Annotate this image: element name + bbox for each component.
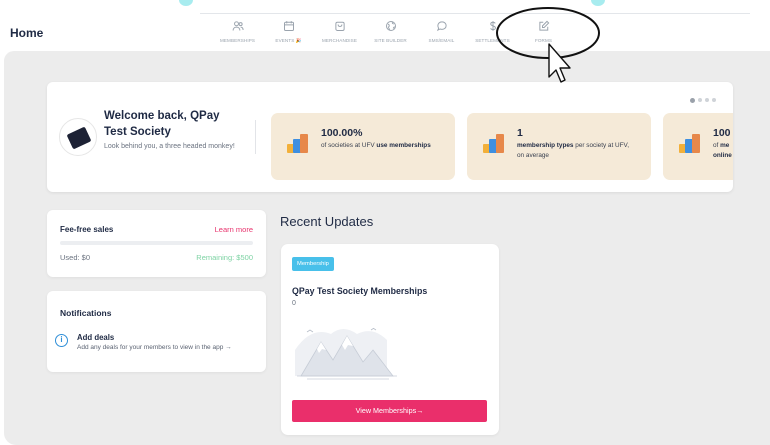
carousel-dot[interactable] (690, 97, 695, 103)
membership-badge: Membership (292, 257, 334, 271)
carousel-dot[interactable] (712, 98, 716, 102)
shopping-bag-icon (334, 21, 345, 31)
info-icon: i (55, 334, 68, 347)
mountains-illustration (295, 327, 397, 380)
fee-remaining: Remaining: $500 (196, 253, 253, 262)
bar-chart-icon (287, 133, 313, 153)
nav-item-sms-email[interactable]: SMS/EMAIL (416, 20, 467, 46)
recent-updates-title: Recent Updates (280, 214, 374, 229)
carousel-dot[interactable] (698, 98, 702, 102)
stat-description: of me online (713, 142, 732, 159)
notifications-title: Notifications (60, 308, 112, 318)
stat-value: 100 (713, 127, 731, 139)
app-frame: Home MEMBERSHIPS EVENTS 🎉 MERCHANDISE SI… (0, 0, 770, 445)
welcome-subtitle: Look behind you, a three headed monkey! (104, 143, 235, 150)
notifications-card: Notifications i Add deals Add any deals … (47, 291, 266, 372)
top-divider (200, 13, 750, 14)
stat-value: 1 (517, 127, 523, 139)
nav-item-site-builder[interactable]: SITE BUILDER (365, 20, 416, 46)
nav-item-events[interactable]: EVENTS 🎉 (263, 20, 314, 46)
nav-item-settlements[interactable]: SETTLEMENTS (467, 20, 518, 46)
stat-card: 100.00% of societies at UFV use membersh… (271, 113, 455, 180)
users-icon (232, 21, 244, 31)
update-count: 0 (292, 300, 296, 307)
update-card: Membership QPay Test Society Memberships… (281, 244, 499, 435)
carousel-indicator (690, 97, 716, 103)
nav-label: MEMBERSHIPS (219, 38, 256, 43)
fee-free-title: Fee-free sales (60, 225, 114, 234)
stat-card: 1 membership types per society at UFV, o… (467, 113, 651, 180)
stat-description: membership types per society at UFV, on … (517, 142, 630, 159)
nav-label: MERCHANDISE (321, 38, 358, 43)
top-nav: MEMBERSHIPS EVENTS 🎉 MERCHANDISE SITE BU… (212, 20, 569, 46)
stat-card: 100 of me online (663, 113, 733, 180)
notification-title: Add deals (77, 333, 115, 342)
nav-item-merchandise[interactable]: MERCHANDISE (314, 20, 365, 46)
stat-value: 100.00% (321, 127, 363, 139)
divider (255, 120, 256, 154)
bar-chart-icon (483, 133, 509, 153)
nav-label: EVENTS 🎉 (275, 38, 302, 43)
nav-item-memberships[interactable]: MEMBERSHIPS (212, 20, 263, 46)
dollar-icon (489, 21, 496, 31)
nav-label: SITE BUILDER (374, 38, 407, 43)
fee-used: Used: $0 (60, 253, 91, 262)
globe-icon (385, 21, 396, 31)
edit-form-icon (538, 20, 549, 31)
nav-label: SMS/EMAIL (428, 38, 455, 43)
fee-progress-bar (60, 241, 253, 245)
welcome-title: Welcome back, QPay Test Society (104, 110, 220, 138)
stat-description: of societies at UFV use memberships (321, 142, 431, 149)
nav-label: SETTLEMENTS (475, 38, 510, 43)
learn-more-link[interactable]: Learn more (215, 225, 253, 234)
decor-dot (591, 0, 605, 6)
society-logo (59, 118, 97, 156)
nav-label: FORMS (534, 38, 553, 43)
update-title: QPay Test Society Memberships (292, 286, 428, 296)
calendar-icon (283, 21, 294, 31)
nav-item-forms[interactable]: FORMS (518, 20, 569, 46)
notification-link[interactable]: Add any deals for your members to view i… (77, 344, 232, 351)
decor-dot (179, 0, 193, 6)
view-memberships-button[interactable]: View Memberships→ (292, 400, 487, 422)
fee-free-sales-card: Fee-free sales Learn more Used: $0 Remai… (47, 210, 266, 277)
chat-icon (436, 21, 447, 32)
page-title: Home (10, 26, 44, 40)
carousel-dot[interactable] (705, 98, 709, 102)
bar-chart-icon (679, 133, 705, 153)
welcome-card: Welcome back, QPay Test Society Look beh… (47, 82, 733, 192)
